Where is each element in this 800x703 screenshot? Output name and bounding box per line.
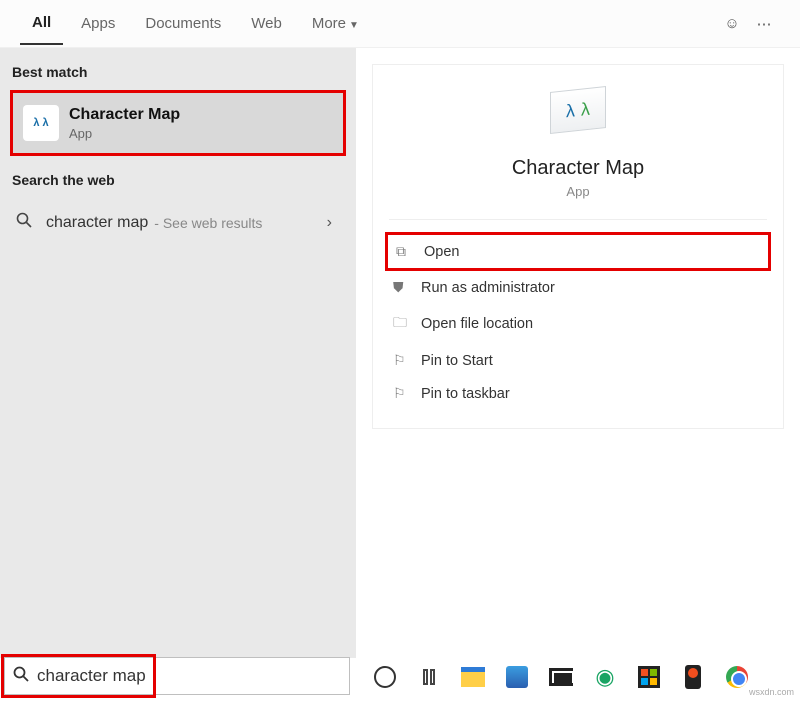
tab-documents[interactable]: Documents (133, 3, 233, 44)
web-hint-text: - See web results (154, 215, 262, 231)
task-view-icon[interactable] (416, 664, 442, 690)
file-explorer-icon[interactable] (460, 664, 486, 690)
taskbar: ◉ (360, 657, 796, 697)
pin-icon: ⚐ (393, 352, 421, 369)
best-match-label: Best match (0, 48, 356, 90)
action-list: ⧉ Open ⛊ Run as administrator 🗀 Open fil… (373, 220, 783, 428)
cortana-icon[interactable] (372, 664, 398, 690)
tab-all[interactable]: All (20, 2, 63, 45)
search-icon (13, 666, 29, 687)
folder-icon: 🗀 (393, 312, 421, 336)
word-icon[interactable] (504, 664, 530, 690)
pin-icon: ⚐ (393, 385, 421, 402)
filter-tabs: All Apps Documents Web More▼ ☺ ⋯ (0, 0, 800, 48)
results-panel: Best match λ λ Character Map App Search … (0, 48, 356, 658)
search-web-label: Search the web (0, 156, 356, 198)
search-icon (16, 212, 36, 233)
open-button[interactable]: ⧉ Open (385, 232, 771, 271)
best-match-subtitle: App (69, 126, 180, 141)
chevron-down-icon: ▼ (349, 20, 359, 31)
character-map-icon: λ λ (23, 105, 59, 141)
chrome-icon[interactable] (724, 664, 750, 690)
app-large-icon: λλ (542, 89, 614, 145)
open-file-location-button[interactable]: 🗀 Open file location (385, 304, 771, 344)
admin-shield-icon: ⛊ (393, 279, 421, 296)
more-options-icon[interactable]: ⋯ (748, 15, 780, 33)
web-query-text: character map (46, 214, 148, 232)
pin-taskbar-label: Pin to taskbar (421, 386, 510, 402)
tab-apps[interactable]: Apps (69, 3, 127, 44)
search-box[interactable] (4, 657, 350, 695)
best-match-result[interactable]: λ λ Character Map App (10, 90, 346, 156)
pin-start-label: Pin to Start (421, 353, 493, 369)
tab-more[interactable]: More▼ (300, 3, 371, 44)
watermark: wsxdn.com (749, 687, 794, 697)
detail-title: Character Map (373, 157, 783, 180)
best-match-title: Character Map (69, 106, 180, 124)
chevron-right-icon[interactable]: › (327, 214, 340, 232)
mail-icon[interactable] (548, 664, 574, 690)
web-result[interactable]: character map - See web results › (0, 198, 356, 247)
search-input[interactable] (37, 666, 341, 686)
open-label: Open (424, 244, 459, 260)
run-as-admin-button[interactable]: ⛊ Run as administrator (385, 271, 771, 304)
tab-web[interactable]: Web (239, 3, 294, 44)
figma-icon[interactable] (680, 664, 706, 690)
pin-to-start-button[interactable]: ⚐ Pin to Start (385, 344, 771, 377)
microsoft-store-icon[interactable] (636, 664, 662, 690)
pin-to-taskbar-button[interactable]: ⚐ Pin to taskbar (385, 377, 771, 410)
location-label: Open file location (421, 316, 533, 332)
detail-subtitle: App (373, 184, 783, 199)
edge-icon[interactable]: ◉ (592, 664, 618, 690)
open-icon: ⧉ (396, 243, 424, 260)
admin-label: Run as administrator (421, 280, 555, 296)
feedback-icon[interactable]: ☺ (716, 15, 748, 32)
detail-panel: λλ Character Map App ⧉ Open ⛊ Run as adm… (356, 48, 800, 658)
